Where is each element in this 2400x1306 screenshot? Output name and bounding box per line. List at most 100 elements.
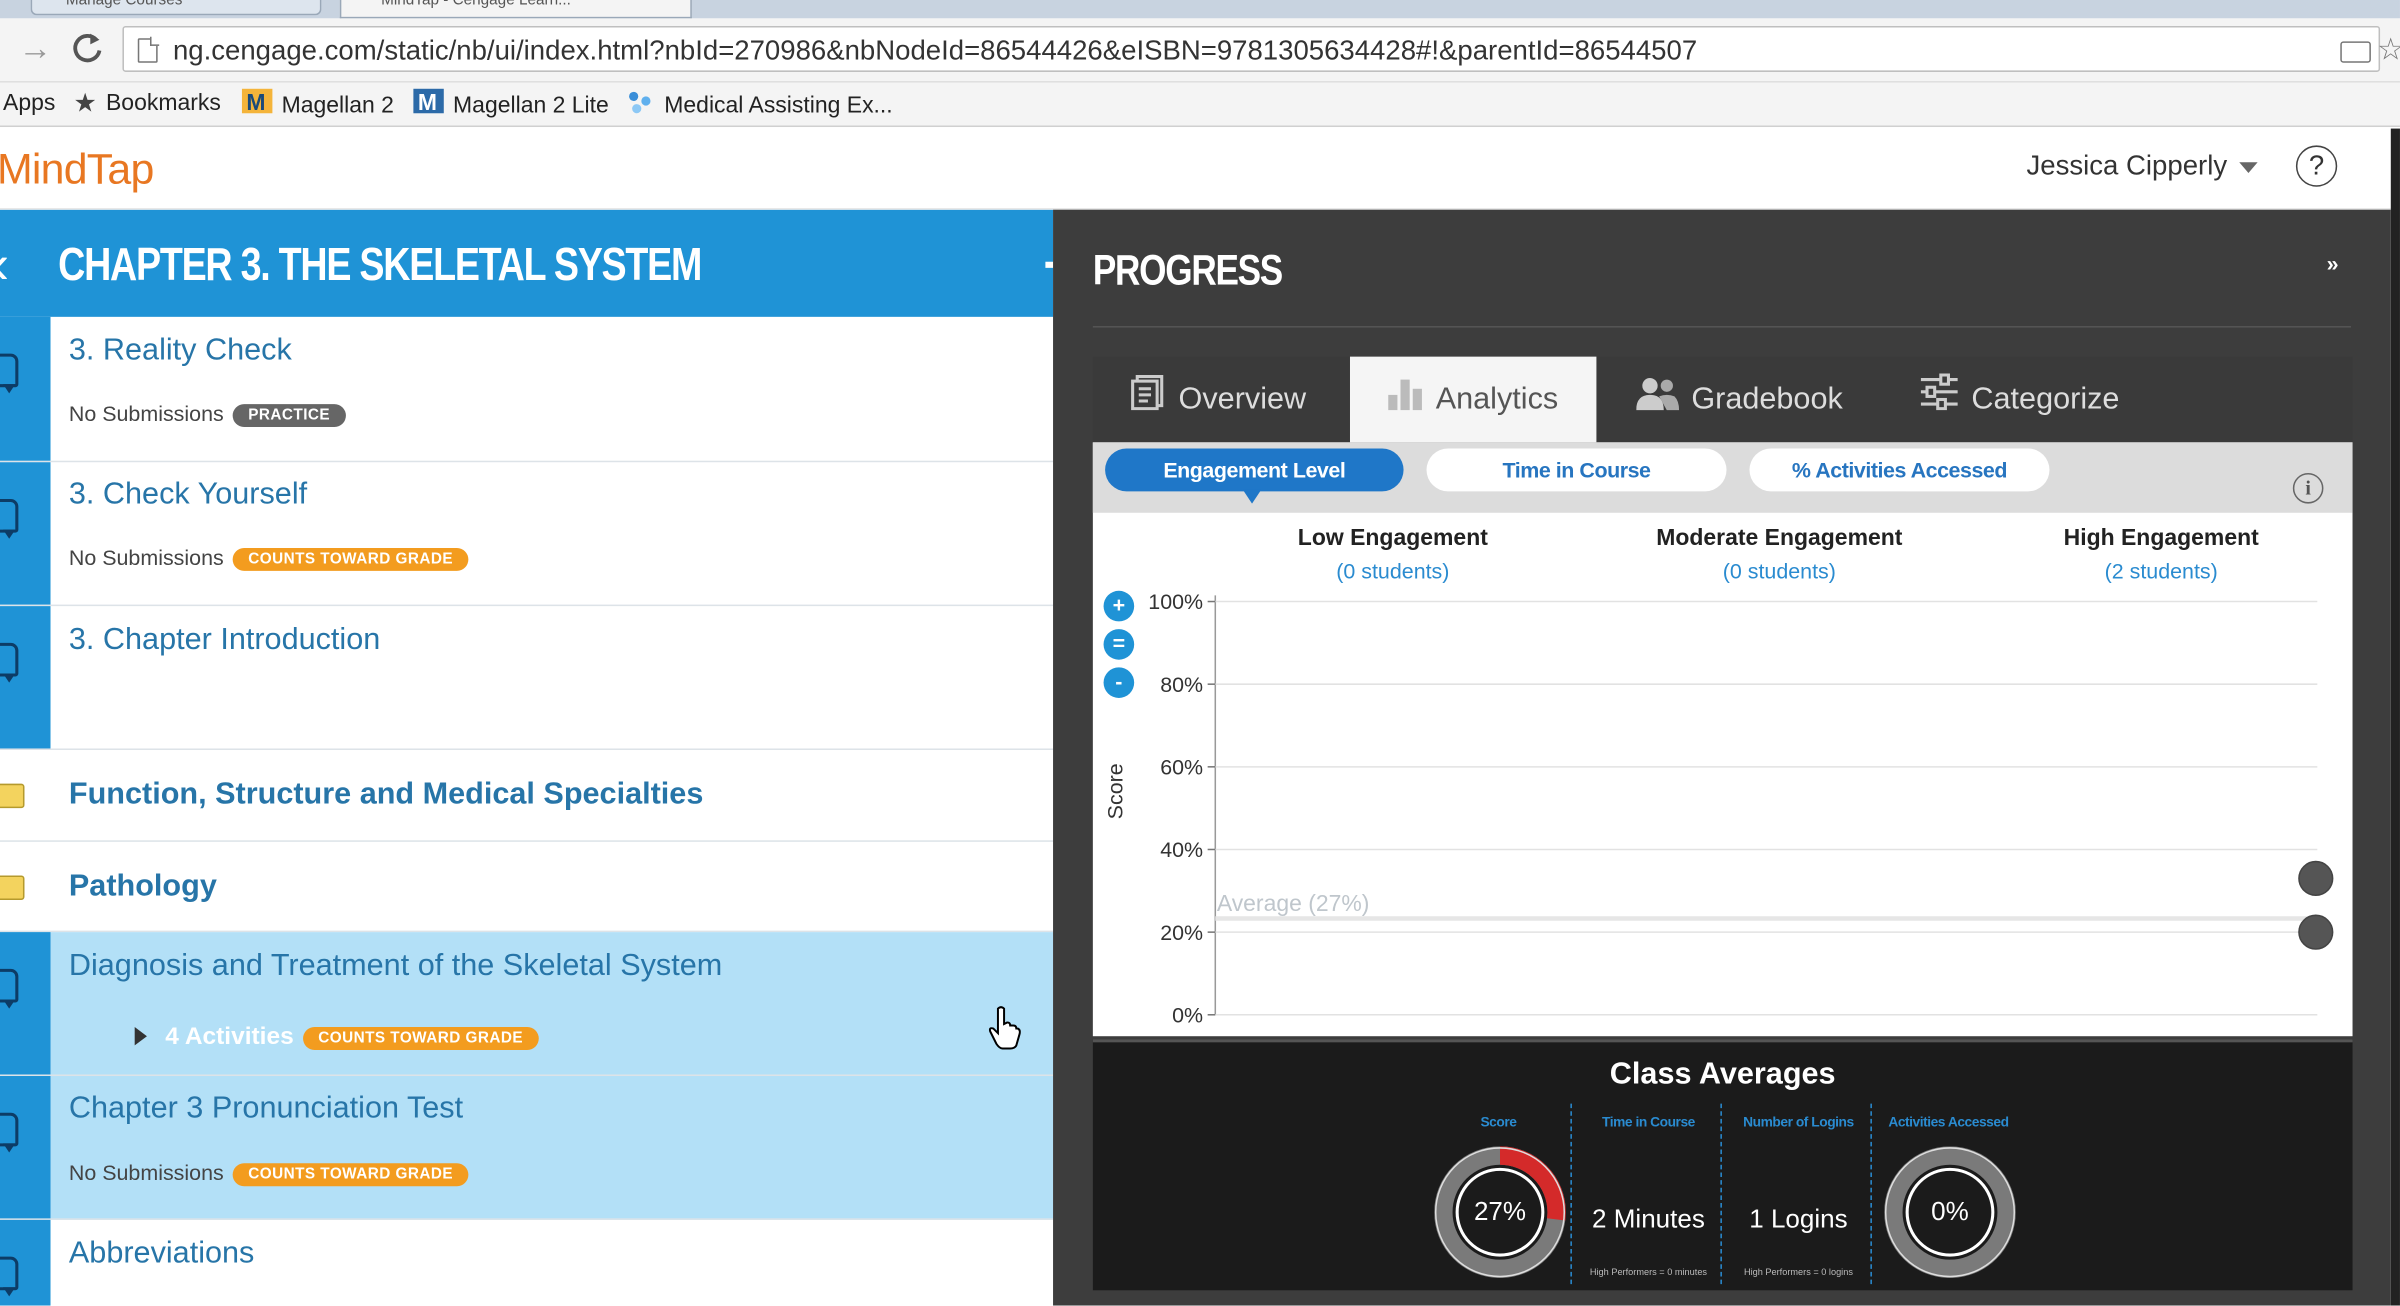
data-point[interactable] <box>2298 914 2334 950</box>
hand-cursor-icon <box>988 1006 1021 1050</box>
folder-icon <box>0 875 25 900</box>
logins-value: 1 Logins <box>1749 1204 1848 1234</box>
reading-icon <box>0 1256 19 1297</box>
list-item-diagnosis-treatment[interactable]: Diagnosis and Treatment of the Skeletal … <box>0 932 1054 1077</box>
user-menu[interactable]: Jessica Cipperly <box>2027 150 2258 182</box>
app-header: MindTap Jessica Cipperly ? <box>0 128 2391 210</box>
class-averages-title: Class Averages <box>1609 1057 1836 1092</box>
forward-icon[interactable]: → <box>18 30 52 68</box>
reload-icon[interactable] <box>70 31 104 72</box>
folder-title[interactable]: Pathology <box>69 869 217 904</box>
progress-panel: PROGRESS » Overview Analytics Gradebook … <box>1053 209 2391 1306</box>
time-label: Time in Course <box>1602 1114 1695 1130</box>
sliders-icon <box>1919 358 1959 444</box>
score-label: Score <box>1480 1114 1517 1130</box>
mindtap-logo[interactable]: MindTap <box>0 145 154 194</box>
time-note: High Performers = 0 minutes <box>1589 1268 1708 1279</box>
activities-value: 0% <box>1931 1196 1969 1227</box>
item-status: No Submissions COUNTS TOWARD GRADE <box>69 545 469 571</box>
average-time: Time in Course 2 Minutes High Performers… <box>1575 1103 1722 1285</box>
item-status: No Submissions COUNTS TOWARD GRADE <box>69 1160 469 1187</box>
grade-badge: COUNTS TOWARD GRADE <box>232 1163 469 1187</box>
tab-categorize[interactable]: Categorize <box>1880 357 2186 443</box>
expand-triangle-icon <box>134 1027 147 1046</box>
logins-label: Number of Logins <box>1743 1114 1854 1130</box>
help-button[interactable]: ? <box>2295 145 2338 187</box>
tab-overview[interactable]: Overview <box>1093 357 1350 443</box>
progress-tabs: Overview Analytics Gradebook Categorize <box>1092 356 2353 444</box>
item-title[interactable]: 3. Chapter Introduction <box>69 623 380 658</box>
average-label: Average (27%) <box>1217 890 1370 916</box>
logins-note: High Performers = 0 logins <box>1743 1268 1853 1279</box>
star-icon: ★ <box>73 88 97 118</box>
cast-icon[interactable] <box>2340 41 2371 63</box>
chapter-header: ‹ CHAPTER 3. THE SKELETAL SYSTEM <box>0 209 1054 317</box>
people-icon <box>1636 358 1680 444</box>
bar-chart-icon <box>1387 358 1424 444</box>
bookmark-apps[interactable]: Apps <box>3 87 55 121</box>
browser-tab-strip: Manage Courses MindTap - Cengage Learn..… <box>0 0 2400 19</box>
svg-text:M: M <box>246 89 265 115</box>
assignment-icon <box>0 498 19 539</box>
assignment-icon <box>0 1112 19 1153</box>
assignment-icon <box>0 353 19 394</box>
item-title[interactable]: Chapter 3 Pronunciation Test <box>69 1091 463 1126</box>
reading-icon <box>0 642 19 683</box>
browser-toolbar: → ng.cengage.com/static/nb/ui/index.html… <box>0 18 2400 83</box>
user-name: Jessica Cipperly <box>2026 149 2228 181</box>
average-activities: Activities Accessed 0% <box>1875 1104 2022 1285</box>
chapter-title: CHAPTER 3. THE SKELETAL SYSTEM <box>58 240 702 291</box>
collapse-panel-icon[interactable]: » <box>2317 249 2348 280</box>
progress-title: PROGRESS <box>1092 246 1283 294</box>
bookmark-star-icon[interactable]: ☆ <box>2377 31 2400 69</box>
medical-assisting-icon <box>624 87 655 125</box>
page-icon <box>137 36 160 63</box>
tab-gradebook[interactable]: Gradebook <box>1596 357 1879 443</box>
practice-badge: PRACTICE <box>232 404 346 428</box>
reading-icon <box>0 968 19 1009</box>
bookmarks-bar: Apps ★ Bookmarks M Magellan 2 M Magellan 2 … <box>0 82 2400 128</box>
svg-text:M: M <box>418 89 437 115</box>
item-status: No Submissions PRACTICE <box>69 401 346 428</box>
bookmark-medical-assisting[interactable]: Medical Assisting Ex... <box>624 87 893 125</box>
address-url[interactable]: ng.cengage.com/static/nb/ui/index.html?n… <box>173 35 1697 67</box>
bookmark-magellan-2[interactable]: M Magellan 2 <box>241 87 394 125</box>
window-edge <box>2390 128 2400 1306</box>
y-tick-label: 20% <box>1160 921 1203 945</box>
folder-pathology[interactable]: Pathology <box>0 842 1054 933</box>
data-point[interactable] <box>2298 860 2334 897</box>
folder-title[interactable]: Function, Structure and Medical Specialt… <box>69 778 703 813</box>
bookmark-bookmarks[interactable]: ★ Bookmarks <box>73 87 220 121</box>
time-value: 2 Minutes <box>1592 1204 1705 1234</box>
bookmark-magellan-2-lite[interactable]: M Magellan 2 Lite <box>413 87 609 125</box>
overview-icon <box>1130 358 1167 444</box>
y-tick-label: 100% <box>1148 590 1203 614</box>
magellan-lite-icon: M <box>413 87 444 125</box>
analytics-card: Engagement Level Time in Course % Activi… <box>1092 442 2353 1037</box>
folder-icon <box>0 783 25 809</box>
item-title[interactable]: 3. Check Yourself <box>69 478 307 513</box>
address-bar[interactable]: ng.cengage.com/static/nb/ui/index.html?n… <box>122 26 2400 72</box>
list-item-abbreviations[interactable]: Abbreviations <box>0 1219 1053 1306</box>
browser-tab-manage-courses[interactable]: Manage Courses <box>30 0 322 16</box>
activities-donut: 0% <box>1884 1146 2016 1285</box>
chapter-outline: ‹ CHAPTER 3. THE SKELETAL SYSTEM 3. Real… <box>0 209 1054 1306</box>
item-title[interactable]: Abbreviations <box>69 1237 254 1272</box>
grade-badge: COUNTS TOWARD GRADE <box>232 547 469 571</box>
item-title[interactable]: 3. Reality Check <box>69 334 292 369</box>
panel-handle[interactable] <box>1045 261 1054 268</box>
browser-tab-mindtap[interactable]: MindTap - Cengage Learn... <box>339 0 692 19</box>
chevron-down-icon <box>2239 161 2258 173</box>
list-item-pronunciation-test[interactable]: Chapter 3 Pronunciation Test No Submissi… <box>0 1076 1054 1220</box>
grade-badge: COUNTS TOWARD GRADE <box>302 1027 539 1050</box>
tab-analytics[interactable]: Analytics <box>1349 356 1597 444</box>
list-item-check-yourself[interactable]: 3. Check Yourself No Submissions COUNTS T… <box>0 462 1054 607</box>
back-chevron-icon[interactable]: ‹ <box>0 236 9 292</box>
average-score: Score 27% <box>1425 1103 1572 1285</box>
activities-toggle[interactable]: 4 Activities COUNTS TOWARD GRADE <box>134 1024 539 1052</box>
y-tick-label: 60% <box>1160 755 1203 779</box>
item-title[interactable]: Diagnosis and Treatment of the Skeletal … <box>69 949 722 984</box>
list-item-chapter-introduction[interactable]: 3. Chapter Introduction <box>0 606 1054 750</box>
folder-function-structure[interactable]: Function, Structure and Medical Specialt… <box>0 750 1054 842</box>
list-item-reality-check[interactable]: 3. Reality Check No Submissions PRACTICE <box>0 316 1054 463</box>
